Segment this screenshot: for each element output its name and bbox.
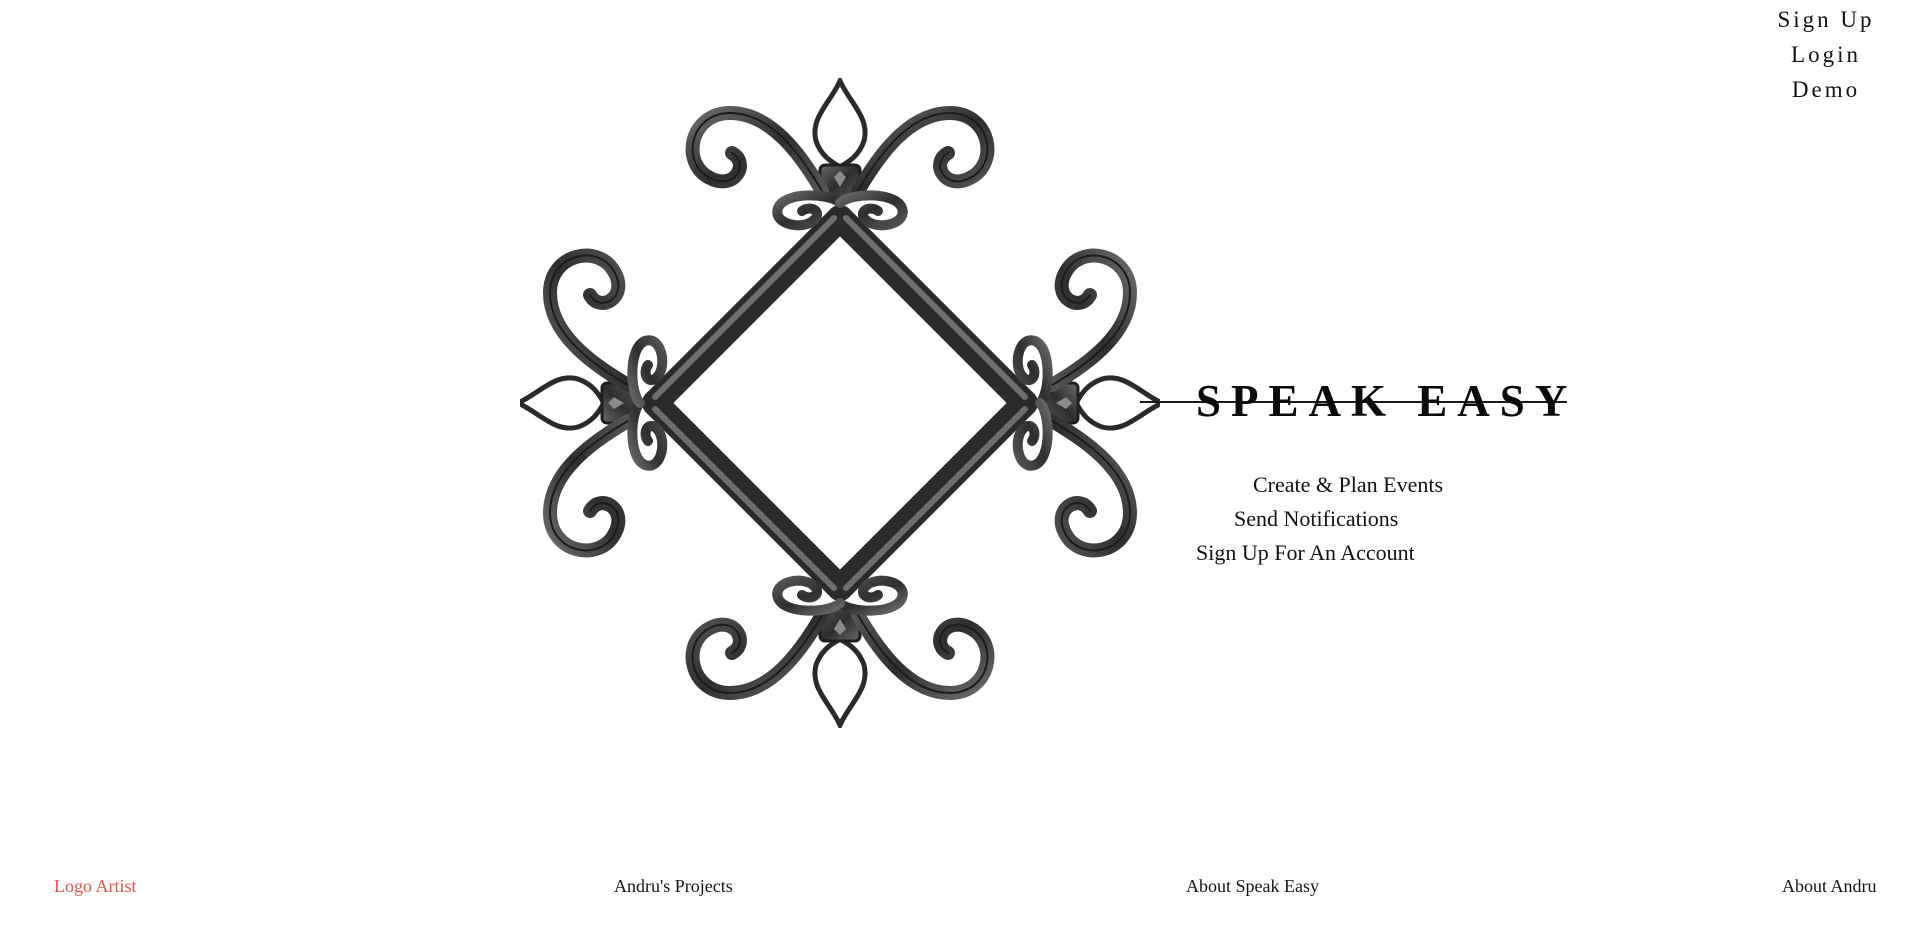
feature-sign-up: Sign Up For An Account: [1196, 540, 1415, 565]
sign-up-link[interactable]: Sign Up: [1766, 2, 1886, 37]
about-app-link[interactable]: About Speak Easy: [1186, 873, 1319, 899]
logo-artist-link[interactable]: Logo Artist: [54, 873, 137, 899]
logo: [520, 78, 1160, 728]
feature-notifications: Send Notifications: [1234, 506, 1399, 531]
auth-nav: Sign Up Login Demo: [1766, 2, 1886, 107]
projects-link[interactable]: Andru's Projects: [614, 873, 733, 899]
login-link[interactable]: Login: [1766, 37, 1886, 72]
about-author-link[interactable]: About Andru: [1782, 873, 1877, 899]
wrought-iron-ornament-icon: [520, 78, 1160, 728]
page-title: SPEAK EASY: [1196, 376, 1578, 426]
demo-link[interactable]: Demo: [1766, 72, 1886, 107]
feature-create-events: Create & Plan Events: [1253, 472, 1444, 497]
